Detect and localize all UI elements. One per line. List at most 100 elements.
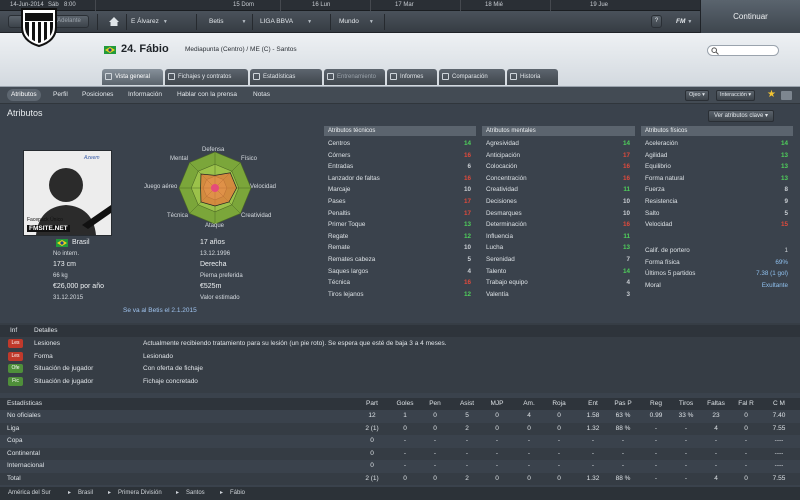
radar-center-dot: [211, 184, 219, 192]
stats-column-header[interactable]: Am.: [517, 398, 541, 410]
breadcrumb-country[interactable]: Brasil: [78, 487, 93, 500]
home-icon[interactable]: [108, 16, 120, 27]
subnav-positions[interactable]: Posiciones: [82, 91, 113, 98]
info-label: Lesiones: [34, 340, 61, 347]
world-selector[interactable]: Mundo ▼: [339, 16, 374, 28]
stats-column-header[interactable]: C M: [767, 398, 791, 410]
attribute-row: Concentración 16: [482, 173, 635, 184]
attribute-value: 9: [784, 198, 788, 205]
stats-column-header[interactable]: Faltas: [704, 398, 728, 410]
breadcrumb-continent[interactable]: América del Sur: [8, 487, 51, 500]
stats-cell: -: [684, 449, 688, 457]
stats-column-header[interactable]: Ent: [581, 398, 605, 410]
subnav-notes[interactable]: Notas: [253, 91, 270, 98]
stats-cell: 4: [527, 412, 531, 419]
radar-label-creatividad: Creatividad: [241, 213, 272, 219]
star-icon[interactable]: ★: [767, 90, 776, 100]
interaction-button[interactable]: Interacción ▾: [716, 90, 756, 101]
stats-icon: [253, 73, 260, 80]
attribute-value: 14: [780, 140, 788, 147]
stats-column-header[interactable]: MJP: [485, 398, 509, 410]
stats-column-header[interactable]: Tiros: [674, 398, 698, 410]
subnav-information[interactable]: Información: [128, 91, 162, 98]
fm-menu[interactable]: FM ▼: [676, 16, 692, 28]
stats-cell: ----: [774, 437, 784, 444]
stats-cell: -: [591, 449, 595, 457]
stats-column-header[interactable]: Part: [360, 398, 384, 410]
manager-selector[interactable]: E Álvarez ▼: [131, 16, 168, 28]
league-selector[interactable]: LIGA BBVA ▼: [260, 16, 312, 28]
tab-statistics[interactable]: Estadísticas: [250, 69, 322, 85]
calendar-day-3[interactable]: 17 Mar: [395, 2, 414, 8]
stats-row-label: No oficiales: [7, 412, 41, 419]
stats-row: Internacional 0- - - - - - - - - - - - ----: [0, 460, 800, 472]
radar-label-velocidad: Velocidad: [250, 184, 277, 190]
attribute-row: Forma natural 13: [641, 173, 793, 184]
stats-cell: 0: [433, 474, 437, 482]
stats-cell: 0: [495, 474, 499, 482]
stats-cell: 7.55: [772, 424, 786, 432]
stats-cell: -: [654, 449, 658, 457]
attribute-name: Forma natural: [645, 174, 685, 182]
stats-row: Total 2 (1) 0 0 2 0 0 0 1.32 88 % - - 4 0 7.55: [0, 472, 800, 485]
scout-button[interactable]: Ojeo ▾: [685, 90, 709, 101]
stats-column-header[interactable]: Roja: [547, 398, 571, 410]
stats-column-header[interactable]: Reg: [644, 398, 668, 410]
breadcrumb-club[interactable]: Santos: [186, 487, 205, 500]
stats-column-header[interactable]: Pen: [423, 398, 447, 410]
info-row: Ofe Situación de jugador Con oferta de fic…: [0, 363, 800, 375]
attribute-row: Equilibrio 13: [641, 161, 793, 172]
info-col-inf: Inf: [10, 327, 18, 334]
club-selector[interactable]: Betis ▼: [209, 16, 246, 28]
calendar-day-5[interactable]: 19 Jue: [590, 2, 608, 8]
attribute-row: Velocidad 15: [641, 219, 793, 230]
tab-overview[interactable]: Vista general: [102, 69, 163, 85]
subnav-press[interactable]: Hablar con la prensa: [177, 91, 237, 98]
info-badge: Fic: [8, 376, 23, 386]
club-crest-logo: [18, 5, 60, 48]
club-name: Betis: [209, 18, 224, 25]
breadcrumb-player[interactable]: Fábio: [230, 487, 245, 500]
view-key-attributes-button[interactable]: Ver atributos clave ▾: [708, 110, 775, 122]
stats-cell: -: [684, 424, 688, 432]
tab-label: Entrenamiento: [337, 74, 377, 80]
breadcrumb-league[interactable]: Primera División: [118, 487, 162, 500]
attribute-value: 12: [463, 232, 471, 240]
info-label: Situación de jugador: [34, 377, 94, 385]
stats-cell: -: [465, 449, 469, 457]
attribute-value: 1: [784, 247, 788, 254]
tab-transfers[interactable]: Fichajes y contratos: [165, 69, 248, 85]
attribute-name: Desmarques: [486, 209, 522, 217]
subnav-attributes[interactable]: Atributos: [7, 89, 41, 101]
menu-icon[interactable]: [781, 91, 792, 100]
manager-name: E Álvarez: [131, 18, 159, 25]
attribute-value: 16: [622, 163, 630, 171]
subnav-profile[interactable]: Perfil: [53, 91, 68, 98]
stats-cell: 12: [368, 412, 376, 419]
attribute-name: Decisiones: [486, 198, 517, 205]
stats-title: Estadísticas: [7, 400, 43, 407]
breadcrumb-separator: ▸: [68, 490, 72, 496]
calendar-day-4[interactable]: 18 Mié: [485, 2, 503, 8]
tab-reports[interactable]: Informes: [387, 69, 437, 85]
tab-history[interactable]: Historia: [507, 69, 558, 85]
tab-training[interactable]: Entrenamiento: [324, 69, 385, 85]
calendar-day-2[interactable]: 16 Lun: [312, 2, 330, 8]
stats-column-header[interactable]: Pas P: [611, 398, 635, 410]
stats-cell: -: [403, 462, 407, 469]
help-button[interactable]: ?: [651, 15, 662, 28]
attribute-row: Últimos 5 partidos 7.38 (1 gol): [641, 268, 793, 279]
continue-button[interactable]: Continuar: [700, 0, 800, 33]
stats-column-header[interactable]: Asist: [455, 398, 479, 410]
stats-cell: 5: [465, 412, 469, 419]
attribute-name: Forma física: [645, 258, 680, 266]
calendar-day-1[interactable]: 15 Dom: [233, 2, 254, 8]
search-input[interactable]: [707, 45, 779, 56]
stats-column-header[interactable]: Fal R: [734, 398, 758, 410]
stats-column-header[interactable]: Goles: [393, 398, 417, 410]
attribute-value: 16: [622, 174, 630, 182]
stats-cell: 33 %: [678, 412, 694, 419]
tab-comparison[interactable]: Comparación: [439, 69, 505, 85]
statistics-table: Estadísticas Part Goles Pen Asist MJP Am. Roja…: [0, 398, 800, 486]
stats-cell: 2 (1): [365, 424, 379, 432]
